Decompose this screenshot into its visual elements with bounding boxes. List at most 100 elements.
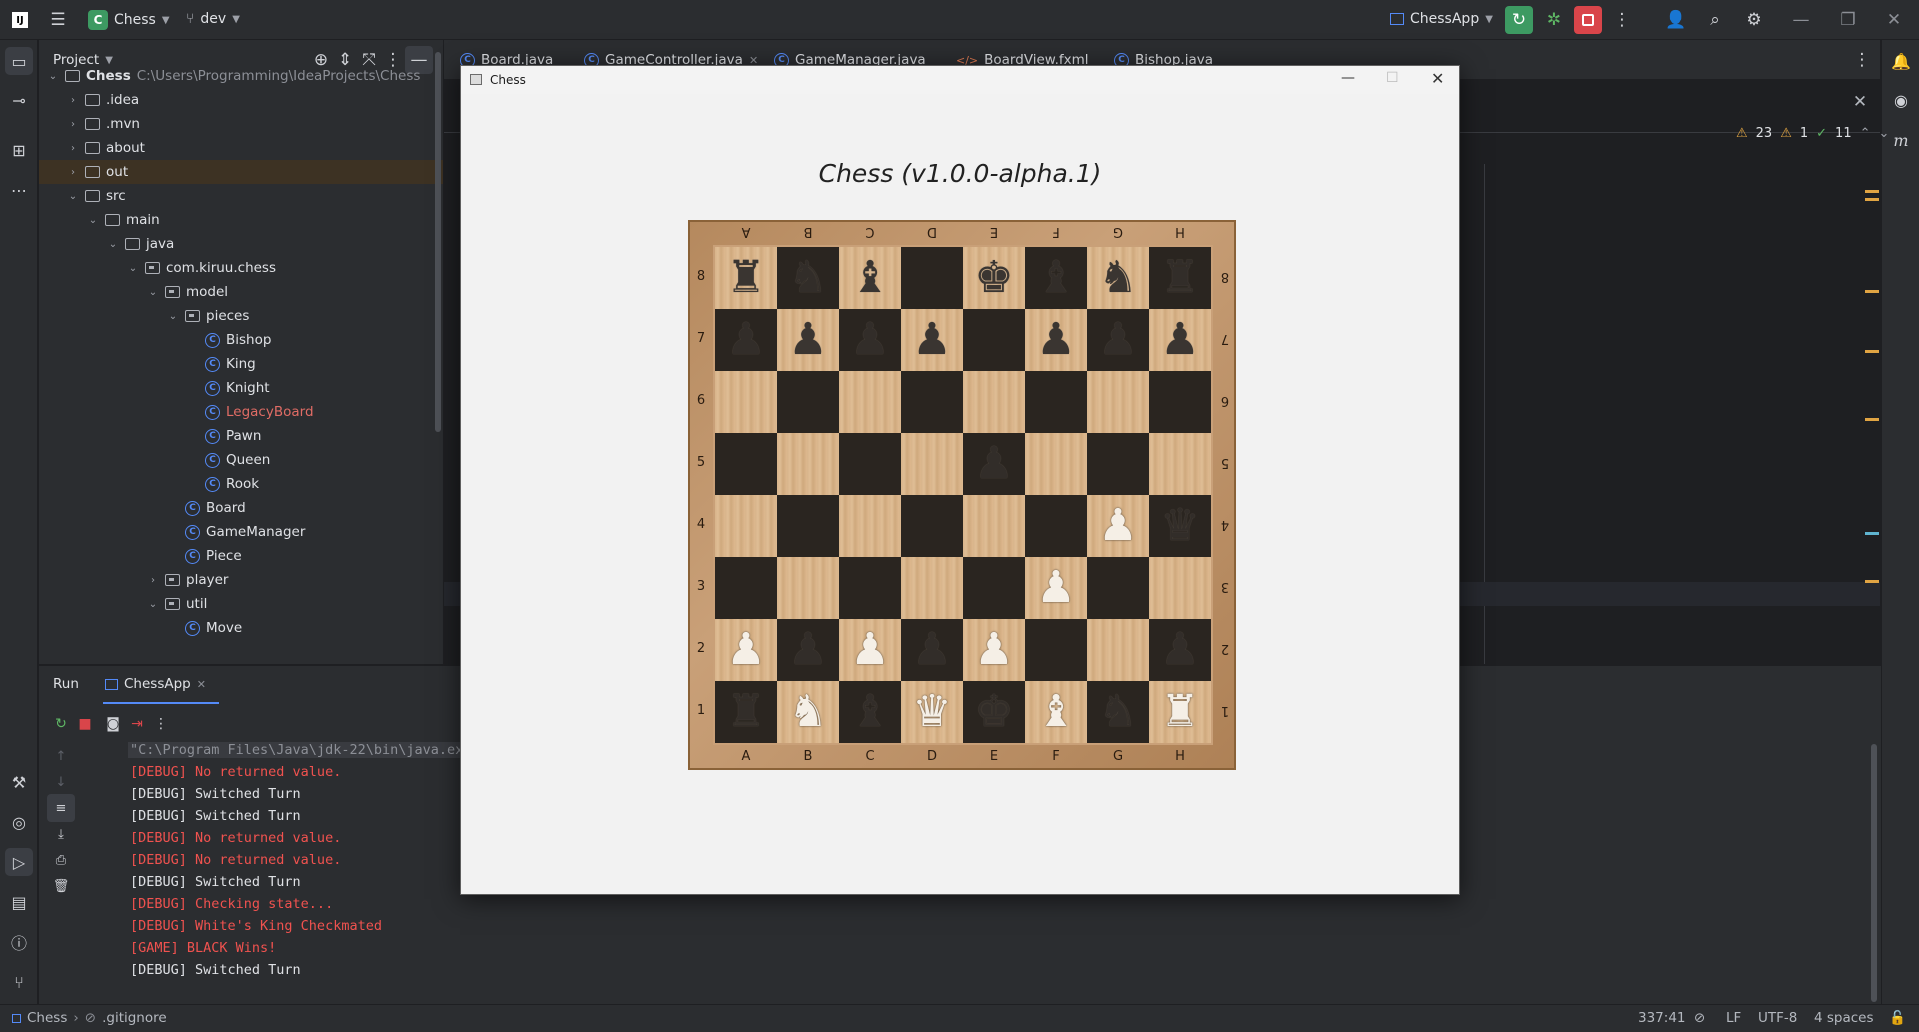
tree-item[interactable]: ⌄ src — [67, 184, 126, 208]
square-f2[interactable] — [1025, 619, 1087, 681]
settings-gear-icon[interactable]: ⚙ — [1740, 6, 1768, 34]
square-f8[interactable]: ♝ — [1025, 247, 1087, 309]
problems-icon[interactable]: ⓘ — [5, 928, 33, 956]
square-h1[interactable]: ♜ — [1149, 681, 1211, 743]
project-folder-icon[interactable]: ▭ — [5, 47, 33, 75]
square-a6[interactable] — [715, 371, 777, 433]
scroll-to-end-icon[interactable]: ⤓ — [47, 820, 75, 848]
tree-item[interactable]: C Piece — [167, 544, 242, 568]
black-pawn-icon[interactable]: ♟ — [912, 318, 951, 362]
tree-scrollbar[interactable] — [435, 52, 441, 432]
black-pawn-icon[interactable]: ♟ — [912, 628, 951, 672]
square-b7[interactable]: ♟ — [777, 309, 839, 371]
soft-wrap-icon[interactable]: ≡ — [47, 794, 75, 822]
square-b1[interactable]: ♞ — [777, 681, 839, 743]
tree-item[interactable]: C Bishop — [187, 328, 271, 352]
square-g4[interactable]: ♟ — [1087, 495, 1149, 557]
black-bishop-icon[interactable]: ♝ — [850, 690, 889, 734]
square-g6[interactable] — [1087, 371, 1149, 433]
more-options-icon[interactable]: ⋮ — [147, 710, 175, 738]
tree-item[interactable]: C King — [187, 352, 256, 376]
square-d2[interactable]: ♟ — [901, 619, 963, 681]
square-b4[interactable] — [777, 495, 839, 557]
square-f4[interactable] — [1025, 495, 1087, 557]
white-pawn-icon[interactable]: ♟ — [850, 628, 889, 672]
terminal-icon[interactable]: ▤ — [5, 888, 33, 916]
tree-item[interactable]: C Knight — [187, 376, 270, 400]
console-scrollbar[interactable] — [1871, 744, 1877, 1002]
run-panel-title[interactable]: Run — [53, 676, 79, 692]
tree-item[interactable]: › .mvn — [67, 112, 140, 136]
tree-item[interactable]: › player — [147, 568, 228, 592]
square-c8[interactable]: ♝ — [839, 247, 901, 309]
tree-item[interactable]: C Move — [167, 616, 242, 640]
arrow-up-icon[interactable]: ↑ — [47, 742, 75, 770]
square-d8[interactable] — [901, 247, 963, 309]
black-knight-icon[interactable]: ♞ — [788, 256, 827, 300]
close-tab-icon[interactable]: ✕ — [197, 678, 206, 691]
lock-icon[interactable]: 🔓 — [1889, 1010, 1906, 1026]
restore-icon[interactable]: ❐ — [1834, 6, 1862, 34]
tree-item[interactable]: C Queen — [187, 448, 270, 472]
black-pawn-icon[interactable]: ♟ — [1160, 628, 1199, 672]
square-a3[interactable] — [715, 557, 777, 619]
square-f6[interactable] — [1025, 371, 1087, 433]
square-d7[interactable]: ♟ — [901, 309, 963, 371]
square-b2[interactable]: ♟ — [777, 619, 839, 681]
black-pawn-icon[interactable]: ♟ — [1036, 318, 1075, 362]
tree-item[interactable]: ⌄ pieces — [167, 304, 250, 328]
tree-item[interactable]: ⌄ util — [147, 592, 208, 616]
square-e5[interactable]: ♟ — [963, 433, 1025, 495]
white-rook-icon[interactable]: ♜ — [1160, 690, 1199, 734]
project-selector[interactable]: C Chess ▼ — [88, 10, 170, 30]
file-encoding[interactable]: UTF-8 — [1758, 1010, 1797, 1026]
square-e6[interactable] — [963, 371, 1025, 433]
square-h2[interactable]: ♟ — [1149, 619, 1211, 681]
tree-root[interactable]: ⌄ Chess C:\Users\Programming\IdeaProjects\… — [47, 64, 421, 88]
square-g5[interactable] — [1087, 433, 1149, 495]
run-tool-icon[interactable]: ▷ — [5, 848, 33, 876]
square-b3[interactable] — [777, 557, 839, 619]
more-actions-icon[interactable]: ⋮ — [1608, 6, 1636, 34]
tree-item[interactable]: ⌄ model — [147, 280, 228, 304]
arrow-up-icon[interactable]: ⌃ — [1860, 126, 1871, 141]
square-d5[interactable] — [901, 433, 963, 495]
commit-icon[interactable]: ⊸ — [5, 86, 33, 114]
inspection-widget[interactable]: ⚠ 23 ⚠ 1 ✓ 11 ⌃ ⌄ — [1736, 126, 1889, 141]
black-pawn-icon[interactable]: ♟ — [726, 318, 765, 362]
square-e2[interactable]: ♟ — [963, 619, 1025, 681]
cursor-position[interactable]: 337:41 — [1638, 1010, 1686, 1026]
white-pawn-icon[interactable]: ♟ — [1098, 504, 1137, 548]
white-knight-icon[interactable]: ♞ — [788, 690, 827, 734]
ai-assistant-icon[interactable]: ◉ — [1887, 86, 1915, 114]
run-config-selector[interactable]: ChessApp ▼ — [1390, 11, 1493, 27]
square-f3[interactable]: ♟ — [1025, 557, 1087, 619]
arrow-down-icon[interactable]: ⌄ — [1879, 126, 1890, 141]
minimize-icon[interactable]: — — [1787, 6, 1815, 34]
square-e1[interactable]: ♚ — [963, 681, 1025, 743]
square-h8[interactable]: ♜ — [1149, 247, 1211, 309]
add-user-icon[interactable]: 👤 — [1662, 6, 1690, 34]
black-knight-icon[interactable]: ♞ — [1098, 690, 1137, 734]
black-bishop-icon[interactable]: ♝ — [1036, 256, 1075, 300]
no-highlight-icon[interactable]: ⊘ — [1694, 1010, 1705, 1026]
tree-item[interactable]: C LegacyBoard — [187, 400, 314, 424]
main-menu-icon[interactable]: ☰ — [44, 6, 72, 34]
arrow-down-icon[interactable]: ↓ — [47, 768, 75, 796]
square-d1[interactable]: ♛ — [901, 681, 963, 743]
square-h5[interactable] — [1149, 433, 1211, 495]
square-d3[interactable] — [901, 557, 963, 619]
square-b8[interactable]: ♞ — [777, 247, 839, 309]
tree-item[interactable]: C Pawn — [187, 424, 261, 448]
black-rook-icon[interactable]: ♜ — [1160, 256, 1199, 300]
tree-item[interactable]: ⌄ com.kiruu.chess — [127, 256, 276, 280]
close-icon[interactable]: ✕ — [1431, 69, 1444, 88]
rerun-icon[interactable]: ↻ — [1505, 6, 1533, 34]
tree-item[interactable]: › .idea — [67, 88, 139, 112]
black-rook-icon[interactable]: ♜ — [726, 690, 765, 734]
square-e7[interactable] — [963, 309, 1025, 371]
white-pawn-icon[interactable]: ♟ — [726, 628, 765, 672]
square-e8[interactable]: ♚ — [963, 247, 1025, 309]
line-separator[interactable]: LF — [1726, 1010, 1741, 1026]
black-king-icon[interactable]: ♚ — [974, 256, 1013, 300]
